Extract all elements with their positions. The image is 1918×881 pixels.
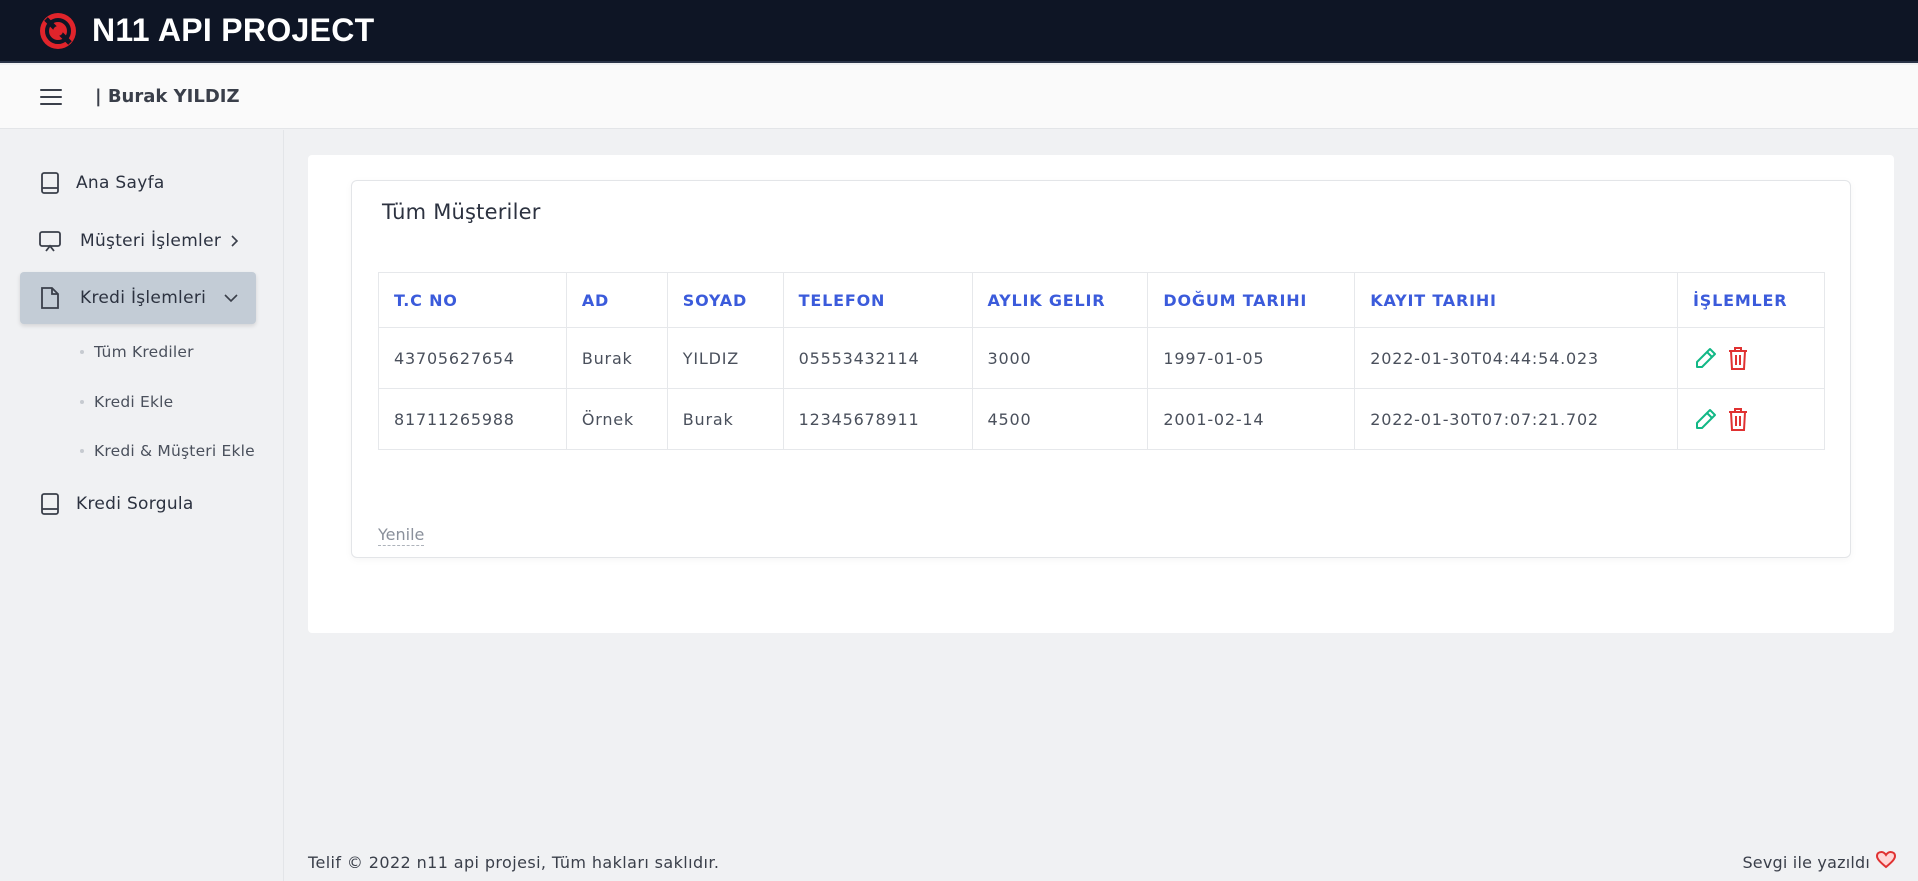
- document-icon: [38, 286, 62, 310]
- edit-icon[interactable]: [1693, 406, 1719, 432]
- table-cell: Burak: [666, 388, 784, 450]
- table-cell: 2022-01-30T04:44:54.023: [1354, 327, 1679, 389]
- table-row: 43705627654 Burak YILDIZ 05553432114 300…: [378, 327, 1825, 389]
- column-header: TELEFON: [782, 272, 973, 328]
- edit-icon[interactable]: [1693, 345, 1719, 371]
- table-cell: YILDIZ: [666, 327, 784, 389]
- table-cell: 05553432114: [782, 327, 973, 389]
- bullet-icon: [80, 400, 84, 404]
- customers-table: T.C NO AD SOYAD TELEFON AYLIK GELIR DOĞU…: [378, 272, 1825, 450]
- table-header-row: T.C NO AD SOYAD TELEFON AYLIK GELIR DOĞU…: [378, 272, 1825, 328]
- sidebar-subitem-kredi-musteri-ekle[interactable]: Kredi & Müşteri Ekle: [80, 442, 255, 460]
- user-name: | Burak YILDIZ: [95, 86, 240, 107]
- book-icon: [38, 171, 62, 195]
- actions-cell: [1677, 327, 1825, 389]
- table-cell: Örnek: [565, 388, 668, 450]
- heart-icon: [1875, 850, 1897, 873]
- sidebar-item-kredi-islemleri[interactable]: Kredi İşlemleri: [20, 272, 256, 324]
- sidebar-item-ana-sayfa[interactable]: Ana Sayfa: [20, 157, 256, 209]
- sidebar: Ana Sayfa Müşteri İşlemler Kredi İşlemle…: [0, 130, 284, 881]
- footer-copyright: Telif © 2022 n11 api projesi, Tüm haklar…: [308, 853, 720, 872]
- actions-cell: [1677, 388, 1825, 450]
- customers-card: Tüm Müşteriler T.C NO AD SOYAD TELEFON A…: [351, 180, 1851, 558]
- column-header: İŞLEMLER: [1677, 272, 1825, 328]
- bullet-icon: [80, 350, 84, 354]
- sidebar-subitem-tum-krediler[interactable]: Tüm Krediler: [80, 343, 194, 361]
- column-header: AYLIK GELIR: [971, 272, 1149, 328]
- table-cell: 12345678911: [782, 388, 973, 450]
- refresh-link[interactable]: Yenile: [378, 525, 425, 546]
- delete-icon[interactable]: [1725, 406, 1751, 432]
- header-bar: | Burak YILDIZ: [0, 65, 1918, 129]
- footer-made-with: Sevgi ile yazıldı: [1742, 852, 1870, 872]
- bullet-icon: [80, 449, 84, 453]
- page-title: Tüm Müşteriler: [382, 200, 541, 224]
- top-bar: N11 API PROJECT: [0, 0, 1918, 63]
- sidebar-subitem-label: Kredi Ekle: [94, 393, 174, 411]
- sidebar-item-kredi-sorgula[interactable]: Kredi Sorgula: [20, 478, 256, 530]
- menu-toggle-icon[interactable]: [40, 88, 62, 105]
- sidebar-item-label: Kredi İşlemleri: [80, 288, 207, 308]
- table-cell: 2022-01-30T07:07:21.702: [1354, 388, 1679, 450]
- column-header: SOYAD: [666, 272, 784, 328]
- table-cell: 3000: [971, 327, 1149, 389]
- sidebar-item-label: Kredi Sorgula: [76, 494, 194, 514]
- sidebar-subitem-label: Tüm Krediler: [94, 343, 194, 361]
- brand-title: N11 API PROJECT: [92, 12, 375, 48]
- logo-icon: [38, 11, 78, 51]
- sidebar-subitem-label: Kredi & Müşteri Ekle: [94, 442, 255, 460]
- table-row: 81711265988 Örnek Burak 12345678911 4500…: [378, 388, 1825, 450]
- delete-icon[interactable]: [1725, 345, 1751, 371]
- monitor-icon: [38, 229, 62, 253]
- book-icon: [38, 492, 62, 516]
- chevron-down-icon: [224, 293, 238, 303]
- sidebar-item-label: Ana Sayfa: [76, 173, 165, 193]
- column-header: T.C NO: [378, 272, 567, 328]
- sidebar-item-musteri-islemler[interactable]: Müşteri İşlemler: [20, 215, 256, 267]
- column-header: KAYIT TARIHI: [1354, 272, 1679, 328]
- table-cell: 81711265988: [378, 388, 567, 450]
- sidebar-item-label: Müşteri İşlemler: [80, 231, 222, 251]
- table-cell: Burak: [565, 327, 668, 389]
- table-cell: 4500: [971, 388, 1149, 450]
- footer-credit: Sevgi ile yazıldı: [1742, 850, 1897, 873]
- table-cell: 1997-01-05: [1147, 327, 1356, 389]
- sidebar-subitem-kredi-ekle[interactable]: Kredi Ekle: [80, 393, 173, 411]
- column-header: DOĞUM TARIHI: [1147, 272, 1356, 328]
- column-header: AD: [565, 272, 668, 328]
- table-cell: 43705627654: [378, 327, 567, 389]
- table-cell: 2001-02-14: [1147, 388, 1356, 450]
- chevron-right-icon: [229, 235, 239, 247]
